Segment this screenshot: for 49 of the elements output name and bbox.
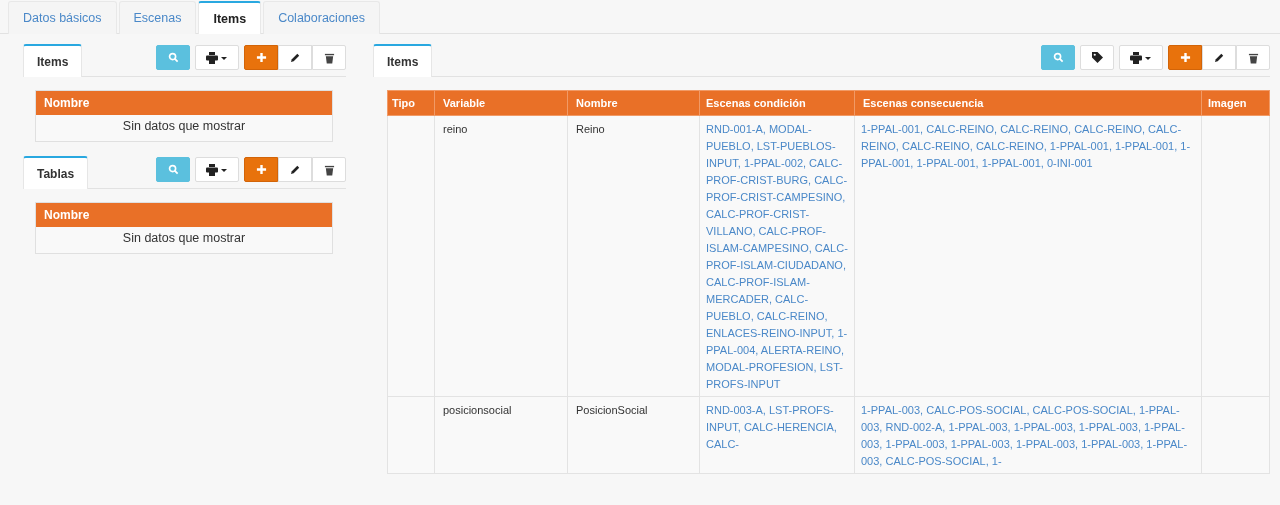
tab[interactable]: Datos básicos xyxy=(8,1,117,34)
printer-icon xyxy=(1128,51,1154,64)
search-icon xyxy=(1052,52,1064,63)
trash-icon xyxy=(323,51,335,64)
tab[interactable]: Items xyxy=(198,1,262,34)
edit-button[interactable] xyxy=(1202,45,1236,70)
tab[interactable]: Escenas xyxy=(118,1,197,34)
tag-icon xyxy=(1091,52,1103,63)
pencil-icon xyxy=(289,164,301,175)
plus-icon xyxy=(255,164,267,175)
plus-icon xyxy=(255,52,267,63)
panel-tab[interactable]: Tablas xyxy=(23,156,89,189)
table-cell: reino xyxy=(434,115,568,397)
table-cell: Reino xyxy=(567,115,700,397)
edit-button[interactable] xyxy=(278,157,312,182)
scene-links[interactable]: RND-003-A, LST-PROFS-INPUT, CALC-HERENCIA, CALC- xyxy=(699,396,855,474)
column-header: Variable xyxy=(434,90,568,116)
column-header: Imagen xyxy=(1201,90,1270,116)
edit-button[interactable] xyxy=(278,45,312,70)
tab[interactable]: Colaboraciones xyxy=(263,1,380,34)
delete-button[interactable] xyxy=(312,157,346,182)
pencil-icon xyxy=(289,52,301,63)
panel-tab[interactable]: Items xyxy=(23,44,83,77)
print-button[interactable] xyxy=(1119,45,1163,70)
search-icon xyxy=(167,52,179,63)
trash-icon xyxy=(1247,51,1259,64)
trash-icon xyxy=(323,163,335,176)
search-icon xyxy=(167,164,179,175)
column-header: Nombre xyxy=(36,203,332,227)
scene-links[interactable]: RND-001-A, MODAL-PUEBLO, LST-PUEBLOS-INPUT, 1-PPAL-002, CALC-PROF-CRIST-BURG, CALC-PROF-CRIST-CAMPESINO, CALC-PROF-CRIST-VILLANO, CALC-PROF-ISLAM-CAMPESINO, CALC-PROF-ISLAM-CIUDADANO, CALC-PROF-ISLAM-MERCADER, CALC-PUEBLO, CALC-REINO, ENLACES-REINO-INPUT, 1-PPAL-004, ALERTA-REINO, MODAL-PROFESION, LST-PROFS-INPUT xyxy=(699,115,855,397)
table-cell: PosicionSocial xyxy=(567,396,700,474)
print-button[interactable] xyxy=(195,157,239,182)
scene-links[interactable]: 1-PPAL-001, CALC-REINO, CALC-REINO, CALC-REINO, CALC-REINO, CALC-REINO, CALC-REINO, 1-PPAL-001, 1-PPAL-001, 1-PPAL-001, 1-PPAL-001, 1-PPAL-001, 0-INI-001 xyxy=(854,115,1202,397)
printer-icon xyxy=(204,163,230,176)
column-header: Nombre xyxy=(567,90,700,116)
printer-icon xyxy=(204,51,230,64)
pencil-icon xyxy=(1213,52,1225,63)
delete-button[interactable] xyxy=(1236,45,1270,70)
scene-links[interactable]: 1-PPAL-003, CALC-POS-SOCIAL, CALC-POS-SOCIAL, 1-PPAL-003, RND-002-A, 1-PPAL-003, 1-PPAL-003, 1-PPAL-003, 1-PPAL-003, 1-PPAL-003, 1-PPAL-003, 1-PPAL-003, 1-PPAL-003, 1-PPAL-003, CALC-POS-SOCIAL, 1- xyxy=(854,396,1202,474)
delete-button[interactable] xyxy=(312,45,346,70)
print-button[interactable] xyxy=(195,45,239,70)
tag-button[interactable] xyxy=(1080,45,1114,70)
panel-tab[interactable]: Items xyxy=(373,44,433,77)
column-header: Escenas condición xyxy=(699,90,855,116)
plus-icon xyxy=(1179,52,1191,63)
column-header: Nombre xyxy=(36,91,332,115)
column-header: Escenas consecuencia xyxy=(854,90,1202,116)
table-cell: posicionsocial xyxy=(434,396,568,474)
column-header: Tipo xyxy=(387,90,435,116)
